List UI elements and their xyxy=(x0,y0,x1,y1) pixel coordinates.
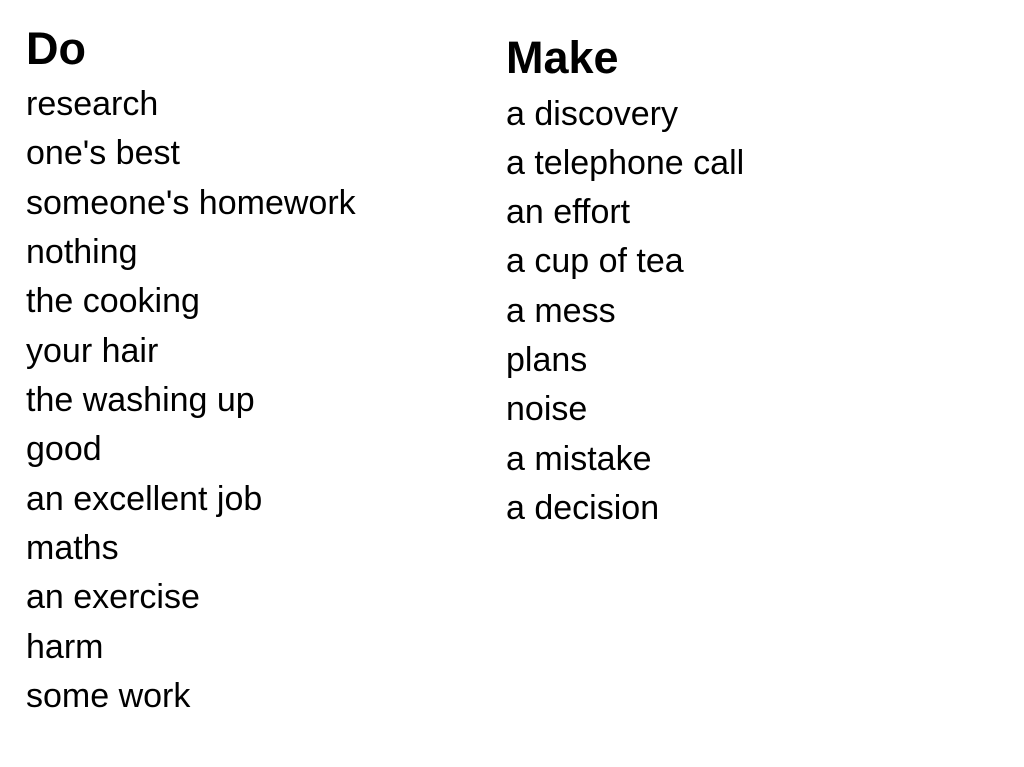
list-item: good xyxy=(26,430,102,469)
list-item: harm xyxy=(26,627,104,666)
list-item: research xyxy=(26,85,159,123)
list-item: one's best xyxy=(26,134,180,173)
list-item: an exercise xyxy=(26,578,200,617)
list-item: an excellent job xyxy=(26,479,263,518)
list-item: your hair xyxy=(26,331,159,370)
do-column: Do research one's best someone's homework n… xyxy=(26,23,356,715)
make-list: a discovery a telephone call an effort a cu… xyxy=(506,90,744,534)
list-item: a mess xyxy=(506,291,616,330)
list-item: someone's homework xyxy=(26,183,356,222)
list-item: a discovery xyxy=(506,94,678,133)
make-column: Make a discovery a telephone call an effor… xyxy=(506,32,744,528)
do-list: research one's best someone's homework noth… xyxy=(26,80,356,721)
list-item: maths xyxy=(26,528,119,567)
list-item: a mistake xyxy=(506,439,652,478)
do-heading: Do xyxy=(26,23,86,74)
list-item: noise xyxy=(506,390,588,429)
list-item: a cup of tea xyxy=(506,242,684,281)
list-item: the cooking xyxy=(26,282,200,321)
list-item: an effort xyxy=(506,193,631,232)
list-item: plans xyxy=(506,341,588,380)
list-item: a decision xyxy=(506,489,660,528)
list-item: a telephone call xyxy=(506,143,745,182)
list-item: some work xyxy=(26,676,191,715)
list-item: nothing xyxy=(26,232,138,271)
list-item: the washing up xyxy=(26,380,255,419)
make-heading: Make xyxy=(506,32,619,83)
